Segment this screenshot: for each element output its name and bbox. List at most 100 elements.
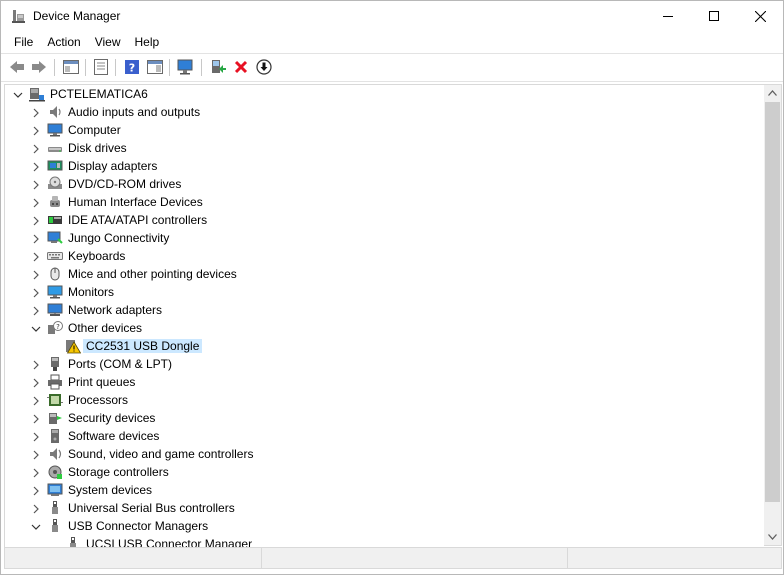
- menu-view[interactable]: View: [88, 32, 128, 52]
- tree-item-label: IDE ATA/ATAPI controllers: [68, 213, 208, 227]
- minimize-button[interactable]: [645, 1, 691, 31]
- vertical-scrollbar[interactable]: [764, 84, 782, 546]
- help-button[interactable]: ?: [123, 58, 141, 76]
- chevron-right-icon[interactable]: [31, 197, 41, 208]
- tree-item-ports-com-lpt[interactable]: Ports (COM & LPT): [5, 355, 763, 373]
- close-icon: [754, 10, 766, 22]
- chevron-right-icon[interactable]: [31, 449, 41, 460]
- chevron-down-icon[interactable]: [31, 521, 41, 531]
- chevron-right-icon[interactable]: [31, 251, 41, 262]
- properties-button[interactable]: [92, 58, 110, 76]
- tree-item-audio-inputs-and-outputs[interactable]: Audio inputs and outputs: [5, 103, 763, 121]
- tree-item-print-queues[interactable]: Print queues: [5, 373, 763, 391]
- minimize-icon: [663, 16, 673, 17]
- tree-item-ide-ata-atapi-controllers[interactable]: IDE ATA/ATAPI controllers: [5, 211, 763, 229]
- tree-item-universal-serial-bus-controllers[interactable]: Universal Serial Bus controllers: [5, 499, 763, 517]
- tree-item-jungo-connectivity[interactable]: Jungo Connectivity: [5, 229, 763, 247]
- tree-item-software-devices[interactable]: Software devices: [5, 427, 763, 445]
- chevron-right-icon[interactable]: [31, 503, 41, 514]
- scan-hardware-button[interactable]: [177, 58, 195, 76]
- tree-item-label: Software devices: [68, 429, 160, 443]
- show-hide-tree-button[interactable]: [62, 58, 80, 76]
- tree-item-label: Mice and other pointing devices: [68, 267, 237, 281]
- maximize-icon: [709, 11, 719, 21]
- menu-file[interactable]: File: [7, 32, 40, 52]
- tree-item-label: Storage controllers: [68, 465, 169, 479]
- security-device-icon: [47, 410, 63, 426]
- printer-icon: [47, 374, 63, 390]
- tree-item-processors[interactable]: Processors: [5, 391, 763, 409]
- maximize-button[interactable]: [691, 1, 737, 31]
- device-manager-window: Device Manager File Action View Help ? P…: [0, 0, 784, 575]
- chevron-right-icon[interactable]: [31, 215, 41, 226]
- jungo-icon: [47, 230, 63, 246]
- monitor-icon: [47, 284, 63, 300]
- chevron-right-icon[interactable]: [31, 413, 41, 424]
- tree-item-root[interactable]: PCTELEMATICA6: [5, 85, 763, 103]
- chevron-right-icon[interactable]: [31, 125, 41, 136]
- toolbar-separator: [201, 59, 202, 76]
- update-driver-button[interactable]: [209, 58, 227, 76]
- back-button[interactable]: [8, 58, 26, 76]
- chevron-right-icon[interactable]: [31, 395, 41, 406]
- forward-button[interactable]: [30, 58, 48, 76]
- mouse-icon: [47, 266, 63, 282]
- chevron-right-icon[interactable]: [31, 287, 41, 298]
- tree-item-other-devices[interactable]: ? Other devices: [5, 319, 763, 337]
- tree-item-keyboards[interactable]: Keyboards: [5, 247, 763, 265]
- tree-item-computer[interactable]: Computer: [5, 121, 763, 139]
- menu-action[interactable]: Action: [40, 32, 87, 52]
- tree-item-usb-connector-managers[interactable]: USB Connector Managers: [5, 517, 763, 535]
- tree-item-human-interface-devices[interactable]: Human Interface Devices: [5, 193, 763, 211]
- scroll-up-button[interactable]: [764, 85, 781, 101]
- chevron-right-icon[interactable]: [31, 107, 41, 118]
- chevron-down-icon[interactable]: [31, 323, 41, 333]
- tree-item-cc2531-usb-dongle[interactable]: CC2531 USB Dongle: [5, 337, 763, 355]
- chevron-right-icon[interactable]: [31, 161, 41, 172]
- tree-item-label: Processors: [68, 393, 129, 407]
- tree-item-label: USB Connector Managers: [68, 519, 209, 533]
- chevron-down-icon[interactable]: [13, 89, 23, 99]
- chevron-right-icon[interactable]: [31, 179, 41, 190]
- tree-item-network-adapters[interactable]: Network adapters: [5, 301, 763, 319]
- chevron-right-icon[interactable]: [31, 143, 41, 154]
- action-pane-button[interactable]: [146, 58, 164, 76]
- chevron-right-icon[interactable]: [31, 485, 41, 496]
- warning-device-icon: [65, 338, 82, 354]
- tree-item-dvd-cd-rom-drives[interactable]: DVD/CD-ROM drives: [5, 175, 763, 193]
- menu-bar: File Action View Help: [1, 31, 783, 53]
- tree-item-label: Other devices: [68, 321, 143, 335]
- help-icon: ?: [125, 60, 139, 75]
- tree-item-display-adapters[interactable]: Display adapters: [5, 157, 763, 175]
- tree-item-security-devices[interactable]: Security devices: [5, 409, 763, 427]
- chevron-right-icon[interactable]: [31, 359, 41, 370]
- enable-device-button[interactable]: [255, 58, 273, 76]
- title-bar[interactable]: Device Manager: [1, 1, 783, 31]
- device-tree[interactable]: PCTELEMATICA6 Audio inputs and outputs Com…: [4, 84, 765, 548]
- download-icon: [256, 59, 272, 75]
- tree-item-mice-and-other-pointing-devices[interactable]: Mice and other pointing devices: [5, 265, 763, 283]
- tree-item-label: CC2531 USB Dongle: [83, 339, 203, 353]
- root-computer-icon: [29, 86, 45, 102]
- tree-item-system-devices[interactable]: System devices: [5, 481, 763, 499]
- toolbar: ?: [1, 53, 783, 82]
- tree-item-label: Ports (COM & LPT): [68, 357, 173, 371]
- scroll-down-button[interactable]: [764, 529, 781, 545]
- menu-help[interactable]: Help: [128, 32, 167, 52]
- close-button[interactable]: [737, 1, 783, 31]
- chevron-right-icon[interactable]: [31, 269, 41, 280]
- chevron-right-icon[interactable]: [31, 377, 41, 388]
- scroll-thumb[interactable]: [765, 102, 780, 502]
- tree-item-disk-drives[interactable]: Disk drives: [5, 139, 763, 157]
- chevron-right-icon[interactable]: [31, 467, 41, 478]
- tree-item-storage-controllers[interactable]: Storage controllers: [5, 463, 763, 481]
- chevron-right-icon[interactable]: [31, 305, 41, 316]
- svg-text:?: ?: [56, 323, 60, 331]
- processor-icon: [47, 392, 63, 408]
- chevron-right-icon[interactable]: [31, 233, 41, 244]
- tree-item-monitors[interactable]: Monitors: [5, 283, 763, 301]
- window-title: Device Manager: [33, 9, 121, 23]
- uninstall-device-button[interactable]: [232, 58, 250, 76]
- tree-item-sound-video-and-game-controllers[interactable]: Sound, video and game controllers: [5, 445, 763, 463]
- chevron-right-icon[interactable]: [31, 431, 41, 442]
